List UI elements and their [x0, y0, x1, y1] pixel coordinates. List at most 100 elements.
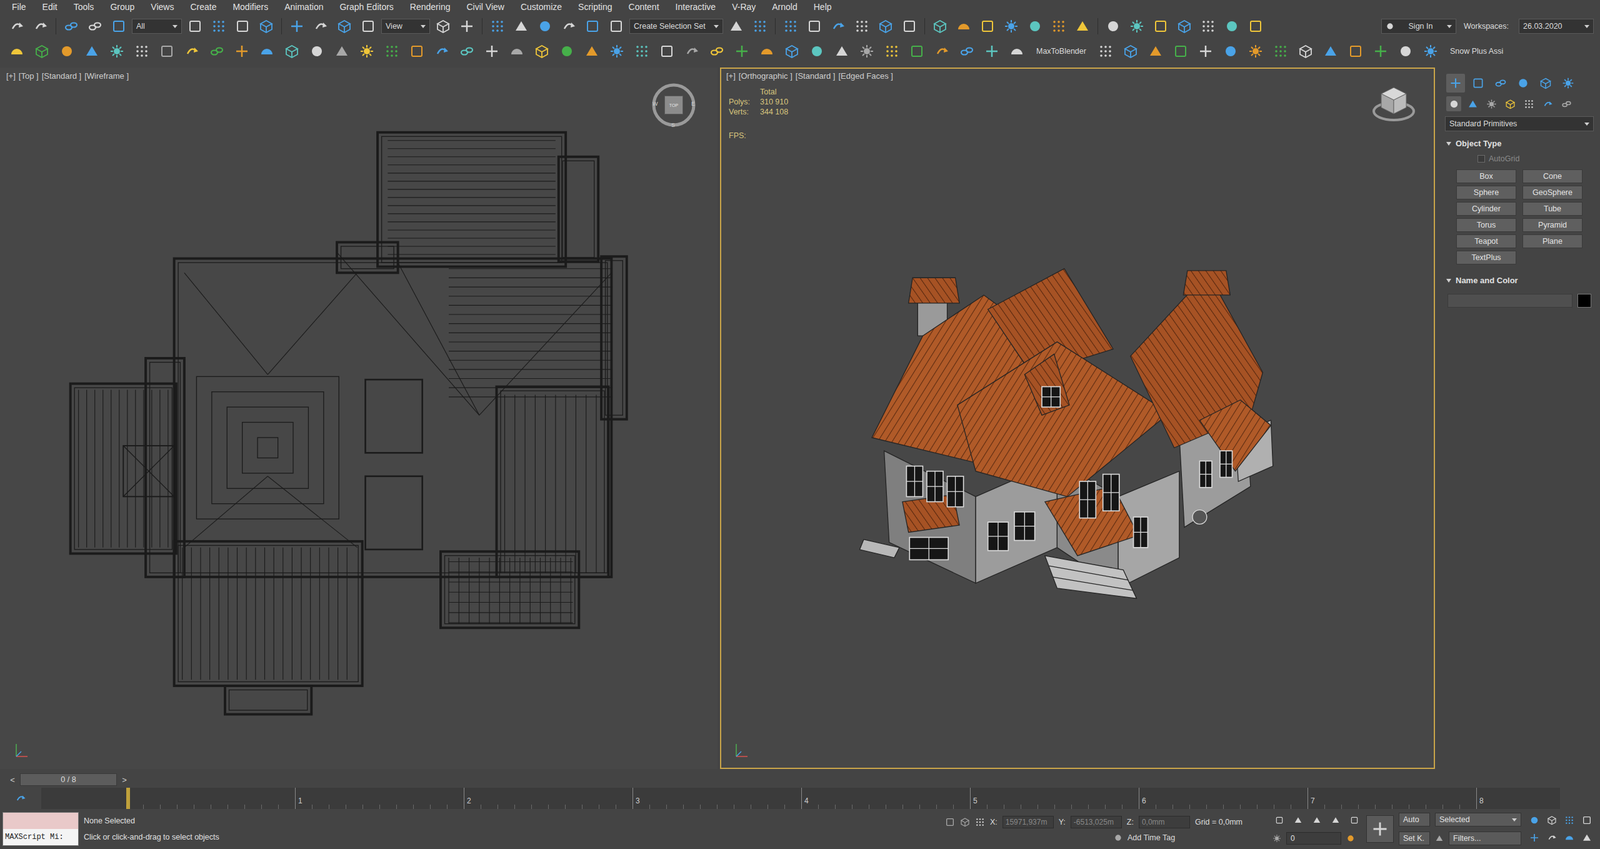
house-model[interactable]	[721, 68, 1434, 768]
toolbar-button[interactable]	[30, 15, 52, 37]
toolbar-button[interactable]	[1126, 15, 1148, 37]
toolbar-button[interactable]	[231, 40, 253, 62]
toolbar-button[interactable]	[531, 40, 553, 62]
category-button[interactable]	[1483, 96, 1499, 112]
menu-item[interactable]: V-Ray	[723, 0, 764, 14]
key-filter-dropdown[interactable]: Selected	[1435, 812, 1522, 827]
toolbar-button[interactable]	[456, 40, 478, 62]
workspace-dropdown[interactable]: 26.03.2020	[1518, 18, 1594, 34]
object-name-input[interactable]	[1447, 293, 1573, 308]
primitive-button[interactable]: Sphere	[1456, 185, 1517, 200]
toolbar-button[interactable]	[780, 15, 802, 37]
toolbar-button[interactable]	[286, 15, 308, 37]
coordinate-field[interactable]: 15971,937m	[1002, 815, 1054, 829]
primitive-button[interactable]: Tube	[1522, 201, 1583, 216]
toolbar-button[interactable]	[1024, 15, 1046, 37]
mini-curve-editor-button[interactable]	[0, 787, 42, 809]
toolbar-button[interactable]	[206, 40, 228, 62]
toolbar-button[interactable]	[357, 15, 379, 37]
toolbar-button[interactable]	[706, 40, 728, 62]
frame-field[interactable]: 0	[1286, 831, 1342, 845]
max-to-blender-button[interactable]: MaxToBlender	[1031, 46, 1092, 56]
toolbar-button[interactable]	[606, 40, 628, 62]
toolbar-button[interactable]	[1320, 40, 1342, 62]
viewport-label[interactable]: [+][Orthographic ][Standard ][Edged Face…	[726, 71, 894, 81]
primitive-button[interactable]: Torus	[1456, 218, 1517, 232]
toolbar-button[interactable]	[106, 40, 128, 62]
toolbar-button[interactable]	[931, 40, 953, 62]
toolbar-button[interactable]	[803, 15, 825, 37]
menu-item[interactable]: Rendering	[401, 0, 459, 14]
wireframe-plan[interactable]	[1, 68, 717, 768]
track-bar[interactable]: 12345678	[41, 787, 1560, 809]
object-color-swatch[interactable]	[1577, 293, 1592, 308]
navigation-button[interactable]	[1561, 830, 1578, 845]
toolbar-button[interactable]	[108, 15, 130, 37]
playback-button[interactable]	[1272, 813, 1287, 827]
toolbar-button[interactable]	[656, 40, 678, 62]
playback-button[interactable]	[1347, 813, 1362, 827]
viewcube[interactable]	[1370, 82, 1418, 127]
toolbar-button[interactable]	[556, 40, 578, 62]
toolbar-button[interactable]	[131, 40, 153, 62]
toolbar-button[interactable]	[1095, 40, 1117, 62]
primitive-button[interactable]: GeoSphere	[1522, 185, 1583, 200]
menu-item[interactable]: Civil View	[458, 0, 512, 14]
sign-in-dropdown[interactable]: Sign In	[1381, 18, 1457, 34]
menu-item[interactable]: Animation	[276, 0, 332, 14]
toolbar-button[interactable]	[831, 40, 853, 62]
category-button[interactable]	[1558, 96, 1574, 112]
command-panel-tab[interactable]	[1558, 73, 1578, 93]
toolbar-button[interactable]	[1197, 15, 1219, 37]
toolbar-button[interactable]	[875, 15, 897, 37]
current-frame-marker[interactable]	[126, 787, 130, 809]
menu-item[interactable]: Group	[101, 0, 143, 14]
toolbar-button[interactable]	[84, 15, 106, 37]
snow-plus-button[interactable]: Snow Plus Assi	[1445, 46, 1509, 56]
name-color-rollout[interactable]: Name and Color	[1442, 273, 1597, 288]
menu-item[interactable]: Tools	[65, 0, 103, 14]
autogrid-checkbox[interactable]: AutoGrid	[1442, 154, 1597, 164]
toolbar-button[interactable]	[681, 40, 703, 62]
primitive-button[interactable]: Teapot	[1456, 234, 1517, 249]
toolbar-button[interactable]	[1295, 40, 1317, 62]
set-key-button[interactable]	[1366, 815, 1394, 843]
navigation-button[interactable]	[1578, 830, 1595, 845]
toolbar-button[interactable]	[1048, 15, 1070, 37]
viewport-label[interactable]: [+][Top ][Standard ][Wireframe ]	[6, 71, 129, 81]
toolbar-button[interactable]	[851, 15, 873, 37]
toolbar-button[interactable]	[281, 40, 303, 62]
navigation-button[interactable]	[1543, 830, 1560, 845]
auto-key-button[interactable]: Auto	[1398, 812, 1430, 827]
toolbar-button[interactable]	[827, 15, 849, 37]
toolbar-button[interactable]	[1345, 40, 1367, 62]
toolbar-button[interactable]	[605, 15, 627, 37]
category-dropdown[interactable]: Standard Primitives	[1445, 116, 1594, 132]
category-button[interactable]	[1465, 96, 1480, 112]
toolbar-button[interactable]	[431, 40, 453, 62]
menu-item[interactable]: Graph Editors	[331, 0, 402, 14]
toolbar-button[interactable]	[806, 40, 828, 62]
toolbar-button[interactable]	[725, 15, 747, 37]
object-type-rollout[interactable]: Object Type	[1442, 136, 1597, 151]
menu-item[interactable]: Interactive	[667, 0, 725, 14]
menu-item[interactable]: Help	[805, 0, 840, 14]
toolbar-button[interactable]	[1420, 40, 1442, 62]
toolbar-button[interactable]	[481, 40, 503, 62]
category-button[interactable]	[1540, 96, 1555, 112]
orthographic-viewport[interactable]: [+][Orthographic ][Standard ][Edged Face…	[720, 67, 1435, 769]
maxscript-listener[interactable]: MAXScript Mi:	[2, 811, 79, 846]
coordinate-field[interactable]: 0,0mm	[1138, 815, 1190, 829]
menu-item[interactable]: Content	[620, 0, 668, 14]
menu-item[interactable]: Edit	[34, 0, 66, 14]
menu-item[interactable]: Arnold	[763, 0, 805, 14]
toolbar-button[interactable]	[432, 15, 454, 37]
command-panel-tab[interactable]	[1468, 73, 1488, 93]
filters-button[interactable]: Filters...	[1448, 831, 1522, 845]
toolbar-button[interactable]	[976, 15, 999, 37]
toolbar-button[interactable]	[881, 40, 903, 62]
toolbar-button[interactable]	[31, 40, 53, 62]
toolbar-button[interactable]	[310, 15, 332, 37]
toolbar-button[interactable]	[1170, 40, 1192, 62]
playback-button[interactable]	[1328, 813, 1343, 827]
